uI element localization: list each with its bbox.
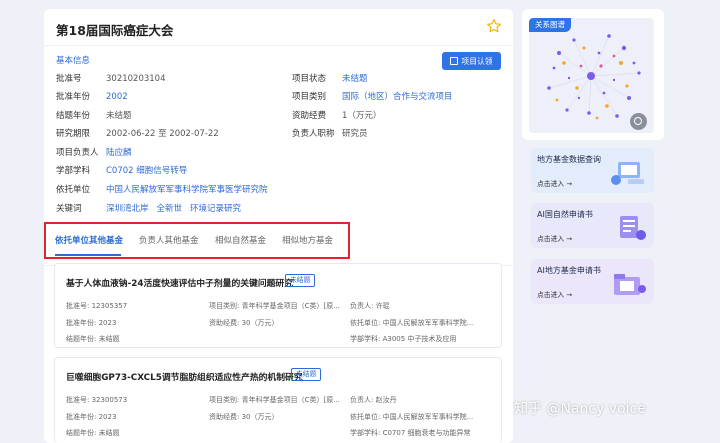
clipboard-icon (450, 57, 459, 65)
page-title: 第18届国际癌症大会 (56, 23, 174, 38)
info-label: 依托单位 (56, 185, 91, 195)
document-illustration-icon (620, 216, 646, 240)
title-divider (44, 45, 513, 46)
tab-institution-other-funds[interactable]: 依托单位其他基金 (55, 234, 123, 246)
info-row-keywords: 关键词 深圳湾北岸 全新世 环境记录研究 (56, 202, 249, 214)
enter-link[interactable]: 点击进入 → (537, 233, 572, 243)
project-meta: 批准号: 32300573 (66, 396, 128, 404)
project-title[interactable]: 基于人体血液钠-24活度快速评估中子剂量的关键问题研究 (66, 276, 293, 289)
project-meta: 学部学科: A3005 中子技术及应用 (350, 335, 457, 343)
project-meta: 项目类别: 青年科学基金项目（C类）[原... (209, 396, 340, 404)
info-row-period: 研究期限 2002-06-22 至 2002-07-22 (56, 127, 219, 139)
info-row-discipline: 学部学科 C0702 细胞信号转导 (56, 164, 187, 176)
expand-graph-icon[interactable] (630, 113, 647, 130)
info-value: 2002-06-22 至 2002-07-22 (106, 129, 219, 139)
info-value: 研究员 (342, 129, 368, 139)
info-value: 未结题 (106, 111, 132, 121)
info-label: 批准号 (56, 74, 82, 84)
info-value: 1（万元） (342, 111, 382, 121)
tab-leader-other-funds[interactable]: 负责人其他基金 (139, 234, 199, 246)
info-value-link[interactable]: 陆应麟 (106, 146, 132, 158)
info-value-link[interactable]: 2002 (106, 92, 128, 102)
side-card-title: 地方基金数据查询 (537, 155, 601, 164)
active-tab-indicator (55, 254, 121, 256)
enter-link[interactable]: 点击进入 → (537, 289, 572, 299)
watermark-text: 知乎 @Nancy voice (514, 401, 646, 417)
info-value-link[interactable]: 中国人民解放军军事科学院军事医学研究院 (106, 183, 268, 195)
folder-illustration-icon (614, 274, 646, 295)
info-label: 关键词 (56, 204, 82, 214)
project-meta: 学部学科: C0707 细胞衰老与功能异常 (350, 429, 471, 437)
info-value-link[interactable]: 国际（地区）合作与交流项目 (342, 90, 453, 102)
database-illustration-icon (611, 162, 644, 185)
info-label: 项目类别 (292, 92, 327, 102)
project-meta: 负责人: 许琨 (350, 302, 390, 310)
project-meta: 结题年份: 未结题 (66, 429, 120, 437)
info-row-funding: 资助经费 1（万元） (292, 109, 381, 121)
project-meta: 负责人: 赵汝丹 (350, 396, 397, 404)
info-value-link[interactable]: C0702 细胞信号转导 (106, 164, 187, 176)
project-card[interactable]: 巨噬细胞GP73-CXCL5调节脂肪组织适应性产热的机制研究 未结题 批准号: … (54, 357, 502, 443)
side-card-title: AI地方基金申请书 (537, 266, 601, 275)
tab-similar-local-funds[interactable]: 相似地方基金 (282, 234, 333, 246)
project-meta: 依托单位: 中国人民解放军军事科学院... (350, 319, 474, 327)
info-label: 研究期限 (56, 129, 91, 139)
project-meta: 资助经费: 30（万元） (209, 413, 279, 421)
project-meta: 项目类别: 青年科学基金项目（C类）[原... (209, 302, 340, 310)
favorite-star-icon[interactable] (486, 18, 502, 34)
info-row-category: 项目类别 国际（地区）合作与交流项目 (292, 90, 453, 102)
info-label: 项目状态 (292, 74, 327, 84)
info-row-status: 项目状态 未结题 (292, 72, 368, 84)
info-label: 项目负责人 (56, 148, 99, 158)
keyword-link[interactable]: 全新世 (157, 204, 183, 214)
project-meta: 批准年份: 2023 (66, 413, 117, 421)
project-title[interactable]: 巨噬细胞GP73-CXCL5调节脂肪组织适应性产热的机制研究 (66, 370, 303, 383)
project-meta: 结题年份: 未结题 (66, 335, 120, 343)
info-row-approval-no: 批准号 30210203104 (56, 72, 166, 84)
project-meta: 批准号: 12305357 (66, 302, 128, 310)
project-meta: 资助经费: 30（万元） (209, 319, 279, 327)
info-value: 30210203104 (106, 74, 166, 84)
keyword-link[interactable]: 环境记录研究 (190, 204, 241, 214)
claim-project-label: 项目认领 (461, 56, 493, 66)
section-title: 基本信息 (56, 56, 91, 66)
status-badge: 未结题 (285, 274, 316, 287)
local-fund-query-card[interactable]: 地方基金数据查询 点击进入 → (531, 148, 654, 193)
info-label: 资助经费 (292, 111, 327, 121)
project-meta: 依托单位: 中国人民解放军军事科学院... (350, 413, 474, 421)
info-value-link[interactable]: 未结题 (342, 72, 368, 84)
info-row-institution: 依托单位 中国人民解放军军事科学院军事医学研究院 (56, 183, 268, 195)
claim-project-button[interactable]: 项目认领 (442, 52, 501, 70)
keyword-link[interactable]: 深圳湾北岸 (106, 204, 149, 214)
ai-local-fund-application-card[interactable]: AI地方基金申请书 点击进入 → (531, 259, 654, 304)
info-label: 批准年份 (56, 92, 91, 102)
info-label: 负责人职称 (292, 129, 335, 139)
info-label: 结题年份 (56, 111, 91, 121)
tab-similar-nsfc-funds[interactable]: 相似自然基金 (215, 234, 266, 246)
info-label: 学部学科 (56, 166, 91, 176)
enter-link[interactable]: 点击进入 → (537, 178, 572, 188)
info-row-approval-year: 批准年份 2002 (56, 90, 128, 102)
project-card[interactable]: 基于人体血液钠-24活度快速评估中子剂量的关键问题研究 未结题 批准号: 123… (54, 263, 502, 348)
status-badge: 未结题 (291, 368, 322, 381)
info-row-end-year: 结题年份 未结题 (56, 109, 132, 121)
project-meta: 批准年份: 2023 (66, 319, 117, 327)
info-row-title-rank: 负责人职称 研究员 (292, 127, 368, 139)
info-row-leader: 项目负责人 陆应麟 (56, 146, 132, 158)
side-card-title: AI国自然申请书 (537, 210, 593, 219)
ai-nsfc-application-card[interactable]: AI国自然申请书 点击进入 → (531, 203, 654, 248)
